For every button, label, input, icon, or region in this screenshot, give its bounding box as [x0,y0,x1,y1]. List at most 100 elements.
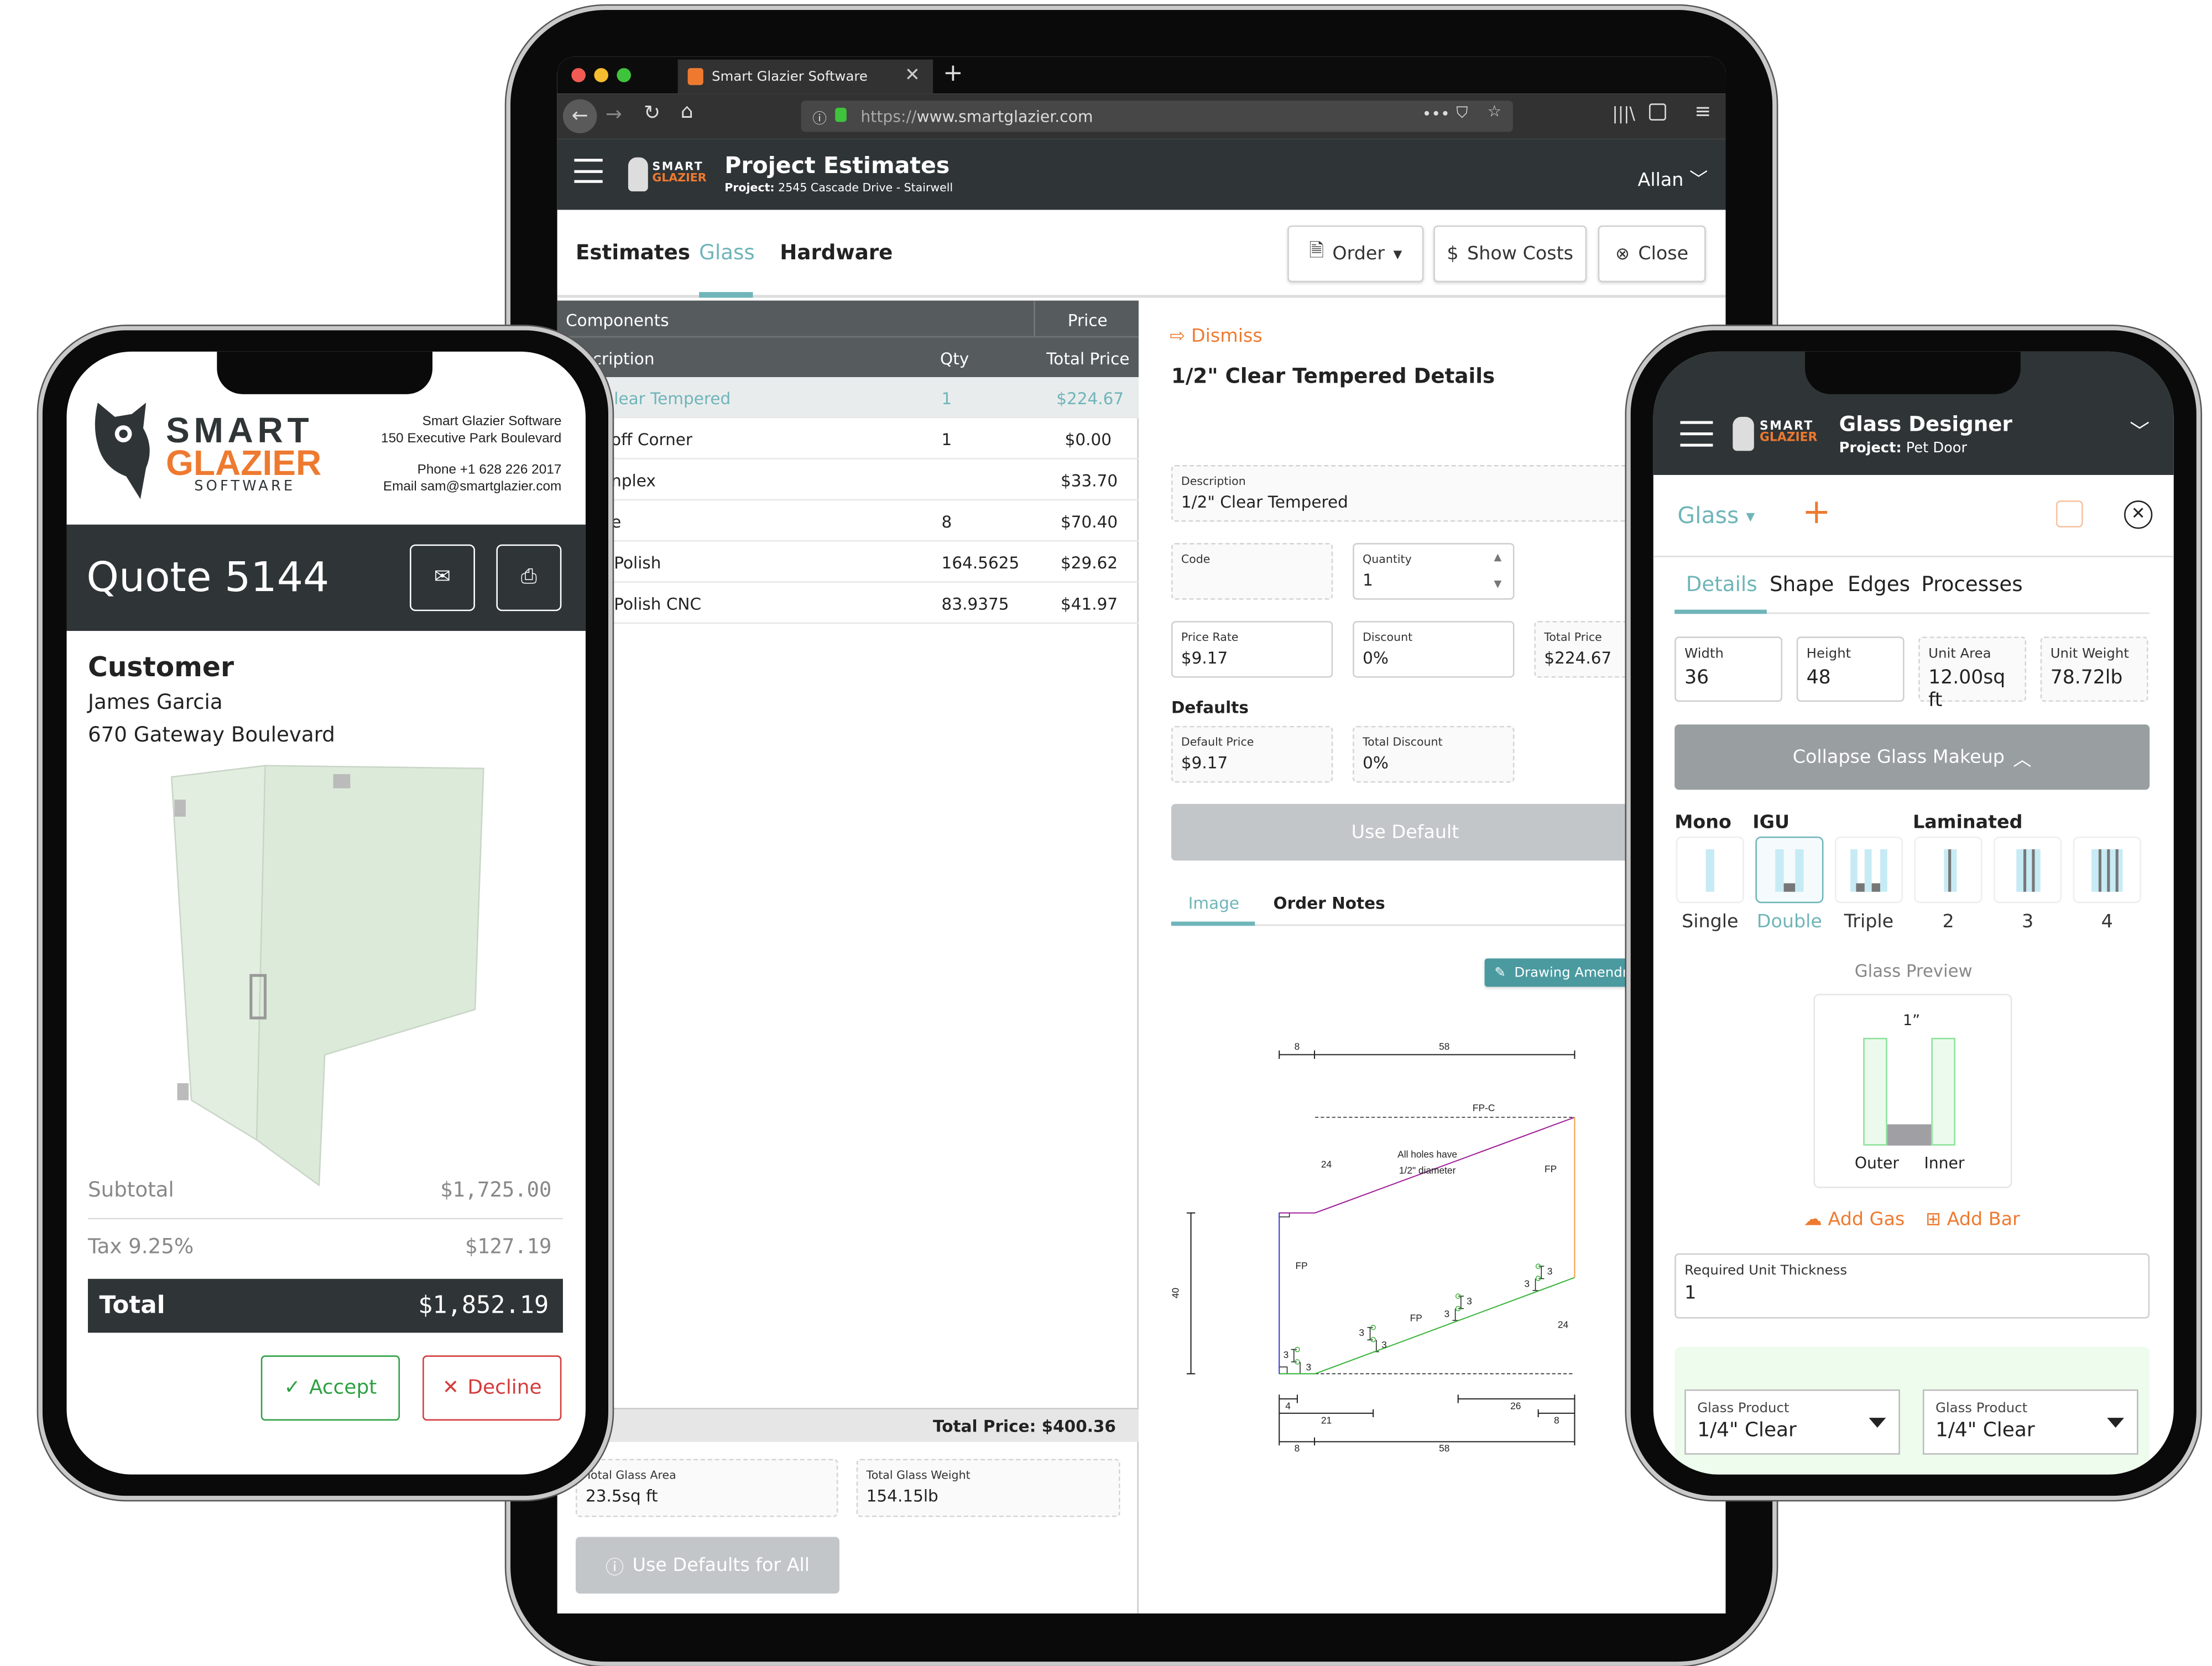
show-costs-button[interactable]: $ Show Costs [1433,225,1587,283]
row-qty: 8 [941,511,952,532]
glass-menu[interactable]: Glass ▼ [1677,502,1755,529]
close-window-dot[interactable] [571,68,586,82]
inner-glass-product-select[interactable]: Glass Product 1/4" Clear [1922,1389,2138,1455]
more-icon[interactable]: ••• [1422,105,1450,123]
close-circle-icon[interactable]: ✕ [2124,500,2153,529]
hamburger-menu-icon[interactable] [1680,421,1713,447]
minimize-window-dot[interactable] [594,68,608,82]
email-quote-button[interactable]: ✉ [410,544,475,612]
option-single[interactable] [1676,836,1744,903]
user-menu[interactable]: Allan ﹀ [1638,164,1708,191]
table-row[interactable]: lear Tempered 1 $224.67 [557,377,1139,419]
decrement-icon[interactable]: ▼ [1494,578,1502,590]
drawing-amendment-button[interactable]: ✎ Drawing Amendr [1484,958,1641,987]
tab-estimates[interactable]: Estimates [576,242,690,265]
accept-button[interactable]: ✓ Accept [260,1355,400,1421]
row-qty: 83.9375 [941,594,1009,614]
show-costs-label: Show Costs [1467,243,1574,265]
qty-column[interactable]: Qty [940,349,969,369]
required-unit-thickness-field[interactable]: Required Unit Thickness 1 [1674,1253,2150,1319]
field-label: Width [1684,646,1724,662]
table-row[interactable]: off Corner 1 $0.00 [557,418,1139,459]
browser-tab[interactable]: Smart Glazier Software ✕ [677,59,933,94]
width-field[interactable]: Width 36 [1674,636,1783,702]
url-bar[interactable]: ⓘ https://www.smartglazier.com ••• ⛉ ☆ [801,101,1513,132]
total-price-column[interactable]: Total Price [1046,349,1129,369]
add-gas-button[interactable]: ☁ Add Gas [1804,1209,1905,1230]
company-email[interactable]: Email sam@smartglazier.com [381,478,562,494]
option-triple[interactable] [1834,836,1903,903]
tab-shape[interactable]: Shape [1770,574,1834,597]
info-icon[interactable]: ⓘ [812,106,827,128]
dim-label: 3 [1359,1327,1364,1338]
home-icon[interactable]: ⌂ [681,101,693,123]
height-field[interactable]: Height 48 [1796,636,1905,702]
total-bar: Total $1,852.19 [87,1278,563,1333]
price-rate-field[interactable]: Price Rate $9.17 [1171,621,1333,678]
discount-field[interactable]: Discount 0% [1353,621,1515,678]
maximize-window-dot[interactable] [617,68,632,82]
sidebar-icon[interactable] [1649,103,1666,121]
close-tab-icon[interactable]: ✕ [905,65,920,86]
designer-title: Glass Designer [1839,414,2012,437]
add-icon[interactable]: + [1802,492,1831,532]
group-laminated: Laminated [1912,812,2023,834]
quantity-stepper[interactable]: Quantity 1 ▲ ▼ [1353,543,1515,600]
nav-row: Estimates Glass Hardware 🗎 Order ▼ $ Show C… [557,210,1726,298]
table-row[interactable]: Polish 164.5625 $29.62 [557,541,1139,583]
url-text: www.smartglazier.com [916,107,1093,127]
collapse-label: Collapse Glass Makeup [1792,746,2005,768]
dim-label: 4 [1285,1401,1291,1412]
tab-edges[interactable]: Edges [1848,574,1910,597]
tab-hardware[interactable]: Hardware [780,242,893,265]
order-button[interactable]: 🗎 Order ▼ [1287,225,1424,283]
table-column-header: cription Qty Total Price [557,337,1139,378]
save-icon[interactable] [2056,500,2083,528]
total-glass-area-field: Total Glass Area 23.5sq ft [576,1459,838,1517]
dismiss-button[interactable]: ⇨ Dismiss [1170,326,1262,347]
decline-button[interactable]: ✕ Decline [422,1355,562,1421]
total-discount-field: Total Discount 0% [1353,725,1515,783]
customer-address: 670 Gateway Boulevard [87,724,335,748]
new-tab-icon[interactable]: + [943,60,963,88]
close-button[interactable]: ⊗ Close [1598,225,1706,283]
reload-icon[interactable]: ↻ [644,102,660,125]
use-defaults-for-all-button[interactable]: ⓘ Use Defaults for All [576,1537,839,1594]
tab-processes[interactable]: Processes [1921,574,2022,597]
outer-label: Outer [1854,1154,1899,1173]
option-laminated-4[interactable] [2073,836,2141,903]
description-column[interactable]: cription [593,349,655,369]
tab-glass[interactable]: Glass [699,242,755,265]
tab-order-notes[interactable]: Order Notes [1274,893,1385,913]
decline-label: Decline [467,1376,542,1399]
components-panel: Components Price cription Qty Total Pric… [557,300,1139,1613]
table-row[interactable]: Polish CNC 83.9375 $41.97 [557,583,1139,624]
chevron-down-icon[interactable]: ﹀ [2130,417,2150,445]
row-description: off Corner [611,429,693,450]
caret-down-icon: ▼ [1746,510,1755,524]
outer-glass-product-select[interactable]: Glass Product 1/4" Clear [1684,1389,1900,1455]
option-laminated-2[interactable] [1914,836,1983,903]
tab-details[interactable]: Details [1686,574,1757,597]
forward-icon[interactable]: → [606,103,622,126]
field-value: $224.67 [1544,647,1612,668]
print-quote-button[interactable]: ⎙ [496,544,562,612]
table-row[interactable]: nplex $33.70 [557,459,1139,501]
back-icon[interactable]: ← [562,99,597,134]
collapse-glass-makeup-button[interactable]: Collapse Glass Makeup ︿ [1674,724,2150,790]
inner-lite [1931,1037,1955,1146]
use-default-button[interactable]: Use Default [1171,803,1640,861]
option-laminated-3[interactable] [1994,836,2062,903]
caret-down-icon [1869,1418,1886,1428]
increment-icon[interactable]: ▲ [1494,551,1502,563]
hamburger-menu-icon[interactable] [574,159,603,183]
bookmark-star-icon[interactable]: ☆ [1488,102,1501,121]
menu-icon[interactable]: ≡ [1694,101,1711,123]
option-double[interactable] [1755,836,1824,903]
library-icon[interactable]: |||\ [1612,103,1635,123]
add-bar-button[interactable]: ⊞ Add Bar [1926,1209,2020,1230]
dim-label: 3 [1444,1308,1450,1319]
pocket-icon[interactable]: ⛉ [1456,103,1468,123]
tab-image[interactable]: Image [1188,893,1239,913]
table-row[interactable]: e 8 $70.40 [557,500,1139,542]
